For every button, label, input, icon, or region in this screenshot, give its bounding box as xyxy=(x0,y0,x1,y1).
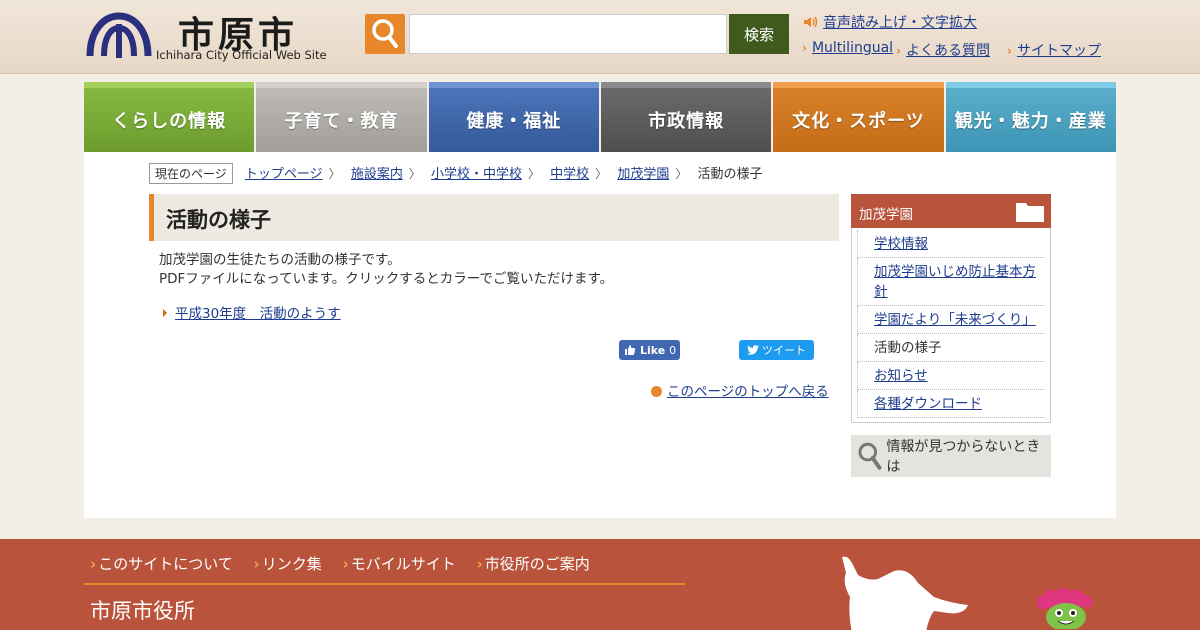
arrow-right-icon xyxy=(163,309,167,317)
breadcrumb-separator-icon: 〉 xyxy=(408,167,421,181)
twitter-bird-icon xyxy=(747,345,759,355)
footer-link-mobile[interactable]: › モバイルサイト xyxy=(343,555,456,573)
back-to-top-label: このページのトップへ戻る xyxy=(667,384,829,400)
global-nav: くらしの情報 子育て・教育 健康・福祉 市政情報 文化・スポーツ 観光・魅力・産… xyxy=(84,82,1116,152)
chevron-right-icon: › xyxy=(476,555,483,573)
search-button[interactable]: 検索 xyxy=(729,14,789,54)
footer-link-label: リンク集 xyxy=(261,555,322,573)
nav-item-culture-sports[interactable]: 文化・スポーツ xyxy=(773,82,944,152)
footer-link-label: モバイルサイト xyxy=(350,555,456,573)
breadcrumb-current: 活動の様子 xyxy=(697,167,763,182)
chevron-right-icon: › xyxy=(1007,44,1012,58)
multilingual-link[interactable]: › Multilingual xyxy=(802,40,893,56)
search-input[interactable] xyxy=(409,14,727,54)
intro-text: 加茂学園の生徒たちの活動の様子です。 PDFファイルになっています。クリックする… xyxy=(159,251,839,289)
footer-link-label: このサイトについて xyxy=(98,555,233,573)
sidebar-item-activities: 活動の様子 xyxy=(857,334,1045,362)
site-header: 市原市 Ichihara City Official Web Site 検索 音… xyxy=(0,0,1200,74)
sidebar-item-news[interactable]: お知らせ xyxy=(857,362,1045,390)
breadcrumb: 現在のページ トップページ〉 施設案内〉 小学校・中学校〉 中学校〉 加茂学園〉… xyxy=(149,163,763,184)
sidebar-item-label[interactable]: お知らせ xyxy=(874,368,928,384)
breadcrumb-item[interactable]: トップページ xyxy=(245,167,323,182)
facebook-like-button[interactable]: Like 0 xyxy=(619,340,680,360)
chevron-right-icon: › xyxy=(896,44,901,58)
footer-link-label: 市役所のご案内 xyxy=(484,555,590,573)
nav-item-living[interactable]: くらしの情報 xyxy=(84,82,255,152)
page-title: 活動の様子 xyxy=(149,194,839,241)
breadcrumb-item[interactable]: 加茂学園 xyxy=(617,167,669,182)
site-subtitle: Ichihara City Official Web Site xyxy=(156,48,327,62)
footer-link-city-hall-guide[interactable]: › 市役所のご案内 xyxy=(477,555,590,573)
speaker-icon xyxy=(804,16,818,28)
sidebar: 加茂学園 学校情報 加茂学園いじめ防止基本方針 学園だより「未来づくり」 活動の… xyxy=(851,194,1051,477)
footer-link-about[interactable]: › このサイトについて xyxy=(90,555,233,573)
chevron-right-icon: › xyxy=(802,41,807,55)
breadcrumb-label: 現在のページ xyxy=(149,163,233,184)
city-map-silhouette-icon xyxy=(842,556,968,630)
main-content-area: 現在のページ トップページ〉 施設案内〉 小学校・中学校〉 中学校〉 加茂学園〉… xyxy=(84,152,1116,518)
pdf-document-link[interactable]: 平成30年度 活動のようす xyxy=(163,302,341,322)
sitemap-link[interactable]: › サイトマップ xyxy=(1007,40,1101,60)
pdf-document-label: 平成30年度 活動のようす xyxy=(175,306,341,322)
breadcrumb-separator-icon: 〉 xyxy=(595,167,608,181)
sidebar-item-school-info[interactable]: 学校情報 xyxy=(857,230,1045,258)
sidebar-item-anti-bullying-policy[interactable]: 加茂学園いじめ防止基本方針 xyxy=(857,258,1045,306)
intro-line-2: PDFファイルになっています。クリックするとカラーでご覧いただけます。 xyxy=(159,271,614,287)
sidebar-list: 学校情報 加茂学園いじめ防止基本方針 学園だより「未来づくり」 活動の様子 お知… xyxy=(851,228,1051,423)
nav-item-childcare-education[interactable]: 子育て・教育 xyxy=(256,82,427,152)
sidebar-item-newsletter[interactable]: 学園だより「未来づくり」 xyxy=(857,306,1045,334)
faq-label: よくある質問 xyxy=(905,43,990,59)
search-icon xyxy=(365,14,405,54)
back-to-top-link[interactable]: このページのトップへ戻る xyxy=(651,380,829,400)
site-logo[interactable]: 市原市 Ichihara City Official Web Site xyxy=(86,8,336,68)
chevron-right-icon: › xyxy=(253,555,260,573)
nav-item-tourism-industry[interactable]: 観光・魅力・産業 xyxy=(945,82,1116,152)
article: 活動の様子 加茂学園の生徒たちの活動の様子です。 PDFファイルになっています。… xyxy=(149,194,839,400)
not-found-help-button[interactable]: 情報が見つからないときは xyxy=(851,435,1051,477)
magnifier-icon xyxy=(858,442,882,470)
nav-item-city-government[interactable]: 市政情報 xyxy=(600,82,772,152)
footer-divider xyxy=(84,583,685,585)
footer-link-links[interactable]: › リンク集 xyxy=(254,555,322,573)
tweet-button[interactable]: ツイート xyxy=(739,340,814,360)
sidebar-item-label[interactable]: 加茂学園いじめ防止基本方針 xyxy=(874,264,1036,300)
sidebar-item-label[interactable]: 学校情報 xyxy=(874,236,928,252)
breadcrumb-separator-icon: 〉 xyxy=(328,167,341,181)
speech-link[interactable]: 音声読み上げ・文字拡大 xyxy=(802,12,977,32)
multilingual-label: Multilingual xyxy=(811,40,894,56)
breadcrumb-separator-icon: 〉 xyxy=(528,167,541,181)
chevron-right-icon: › xyxy=(90,555,97,573)
intro-line-1: 加茂学園の生徒たちの活動の様子です。 xyxy=(159,252,401,268)
thumbs-up-icon xyxy=(625,345,636,355)
sidebar-item-downloads[interactable]: 各種ダウンロード xyxy=(857,390,1045,418)
footer-links: › このサイトについて › リンク集 › モバイルサイト › 市役所のご案内 xyxy=(90,553,606,574)
arrow-up-icon xyxy=(651,386,662,397)
site-footer: › このサイトについて › リンク集 › モバイルサイト › 市役所のご案内 市原市役所 xyxy=(0,539,1200,630)
sidebar-header: 加茂学園 xyxy=(851,194,1051,228)
sidebar-item-label[interactable]: 学園だより「未来づくり」 xyxy=(874,312,1036,328)
breadcrumb-item[interactable]: 施設案内 xyxy=(351,167,403,182)
speech-link-label: 音声読み上げ・文字拡大 xyxy=(823,15,977,31)
folder-icon xyxy=(1016,203,1044,222)
mascot-icon xyxy=(1036,588,1093,629)
nav-item-health-welfare[interactable]: 健康・福祉 xyxy=(428,82,599,152)
like-label: Like xyxy=(640,343,666,357)
tweet-label: ツイート xyxy=(762,344,806,357)
like-count: 0 xyxy=(669,343,677,357)
breadcrumb-separator-icon: 〉 xyxy=(675,167,688,181)
not-found-label: 情報が見つからないときは xyxy=(886,439,1041,475)
sidebar-title: 加茂学園 xyxy=(859,207,913,223)
city-emblem-icon xyxy=(86,12,152,58)
faq-link[interactable]: › よくある質問 xyxy=(896,40,990,60)
breadcrumb-item[interactable]: 中学校 xyxy=(550,167,589,182)
chevron-right-icon: › xyxy=(342,555,349,573)
sitemap-label: サイトマップ xyxy=(1016,43,1101,59)
breadcrumb-item[interactable]: 小学校・中学校 xyxy=(431,167,522,182)
sidebar-item-label[interactable]: 各種ダウンロード xyxy=(874,396,982,412)
footer-org-name: 市原市役所 xyxy=(90,599,195,623)
